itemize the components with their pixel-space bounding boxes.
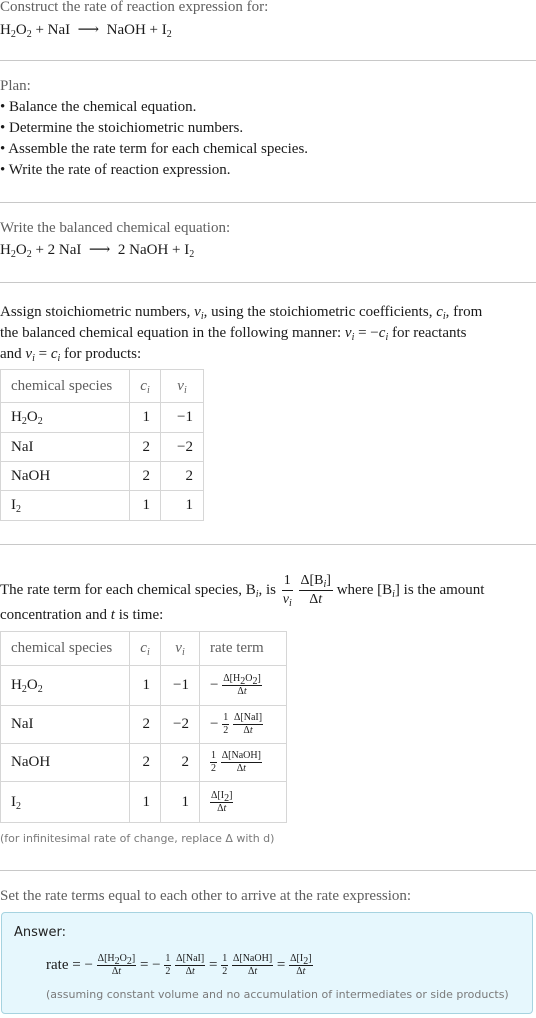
column-header: ci bbox=[129, 631, 161, 666]
table-header-row: chemical species ci νi bbox=[0, 369, 204, 403]
column-header: rate term bbox=[199, 631, 287, 666]
plan-item: • Write the rate of reaction expression. bbox=[0, 162, 231, 178]
plan-item-text: Determine the stoichiometric numbers. bbox=[9, 120, 244, 136]
balanced-heading: Write the balanced chemical equation: bbox=[0, 220, 231, 236]
table-header-row: chemical species ci νi rate term bbox=[0, 631, 287, 666]
species-cell: I2 bbox=[0, 781, 130, 823]
plan-item: • Assemble the rate term for each chemic… bbox=[0, 141, 309, 157]
divider bbox=[0, 544, 536, 545]
table-row: NaI 2 −2 bbox=[0, 432, 204, 462]
rate-term-cell: − Δ[H2O2] Δt bbox=[199, 665, 287, 706]
nu-cell: 1 bbox=[160, 781, 200, 823]
species-cell: H2O2 bbox=[0, 665, 130, 706]
answer-box: Answer: rate = − Δ[H2O2] Δt = − 12 Δ[NaI]… bbox=[1, 912, 533, 1014]
column-header: νi bbox=[160, 631, 200, 666]
column-header: ci bbox=[129, 369, 161, 403]
species-cell: NaOH bbox=[0, 743, 130, 782]
rate-expression: rate = − Δ[H2O2] Δt = − 12 Δ[NaI] Δt = 12 … bbox=[46, 953, 313, 977]
column-header: chemical species bbox=[0, 631, 130, 666]
rate-term-footnote: (for infinitesimal rate of change, repla… bbox=[0, 832, 275, 845]
table-row: NaI 2 −2 − 12 Δ[NaI] Δt bbox=[0, 705, 287, 744]
divider bbox=[0, 282, 536, 283]
c-cell: 2 bbox=[129, 432, 161, 462]
divider bbox=[0, 202, 536, 203]
nu-cell: −2 bbox=[160, 705, 200, 744]
rate-term-text: The rate term for each chemical species,… bbox=[0, 573, 485, 609]
stoich-text: and νi = ci for products: bbox=[0, 346, 142, 364]
c-cell: 2 bbox=[129, 743, 161, 782]
answer-intro: Set the rate terms equal to each other t… bbox=[0, 888, 412, 904]
table-row: NaOH 2 2 bbox=[0, 461, 204, 491]
plan-item: • Determine the stoichiometric numbers. bbox=[0, 120, 244, 136]
table-row: H2O2 1 −1 − Δ[H2O2] Δt bbox=[0, 665, 287, 706]
c-cell: 2 bbox=[129, 705, 161, 744]
species-cell: H2O2 bbox=[0, 402, 130, 433]
nu-cell: 1 bbox=[160, 490, 204, 521]
nu-cell: −1 bbox=[160, 402, 204, 433]
species-cell: NaOH bbox=[0, 461, 130, 491]
divider bbox=[0, 870, 536, 871]
table-row: I2 1 1 bbox=[0, 490, 204, 521]
nu-cell: 2 bbox=[160, 743, 200, 782]
plan-heading: Plan: bbox=[0, 78, 31, 94]
species-cell: I2 bbox=[0, 490, 130, 521]
table-row: H2O2 1 −1 bbox=[0, 402, 204, 433]
table-row: NaOH 2 2 12 Δ[NaOH] Δt bbox=[0, 743, 287, 782]
rate-term-text: concentration and t is time: bbox=[0, 607, 164, 623]
nu-cell: 2 bbox=[160, 461, 204, 491]
column-header: chemical species bbox=[0, 369, 130, 403]
balanced-equation: H2O2 + 2 NaI ⟶ 2 NaOH + I2 bbox=[0, 242, 195, 260]
c-cell: 1 bbox=[129, 665, 161, 706]
species-cell: NaI bbox=[0, 705, 130, 744]
table-row: I2 1 1 Δ[I2] Δt bbox=[0, 781, 287, 823]
stoich-text: Assign stoichiometric numbers, νi, using… bbox=[0, 304, 483, 322]
divider bbox=[0, 60, 536, 61]
plan-item-text: Write the rate of reaction expression. bbox=[8, 162, 231, 178]
c-cell: 2 bbox=[129, 461, 161, 491]
plan-item-text: Assemble the rate term for each chemical… bbox=[8, 141, 309, 157]
answer-label: Answer: bbox=[14, 925, 67, 940]
nu-cell: −1 bbox=[160, 665, 200, 706]
plan-item: • Balance the chemical equation. bbox=[0, 99, 197, 115]
c-cell: 1 bbox=[129, 402, 161, 433]
rate-term-cell: 12 Δ[NaOH] Δt bbox=[199, 743, 287, 782]
intro-title: Construct the rate of reaction expressio… bbox=[0, 0, 269, 15]
c-cell: 1 bbox=[129, 490, 161, 521]
nu-cell: −2 bbox=[160, 432, 204, 462]
rate-term-cell: − 12 Δ[NaI] Δt bbox=[199, 705, 287, 744]
stoich-table: chemical species ci νi H2O2 1 −1 NaI 2 −… bbox=[0, 369, 204, 521]
stoich-text: the balanced chemical equation in the fo… bbox=[0, 325, 467, 343]
unbalanced-equation: H2O2 + NaI ⟶ NaOH + I2 bbox=[0, 22, 172, 40]
c-cell: 1 bbox=[129, 781, 161, 823]
species-cell: NaI bbox=[0, 432, 130, 462]
rate-term-cell: Δ[I2] Δt bbox=[199, 781, 287, 823]
plan-item-text: Balance the chemical equation. bbox=[9, 99, 197, 115]
answer-note: (assuming constant volume and no accumul… bbox=[46, 988, 509, 1001]
column-header: νi bbox=[160, 369, 204, 403]
rate-term-table: chemical species ci νi rate term H2O2 1 … bbox=[0, 631, 287, 823]
